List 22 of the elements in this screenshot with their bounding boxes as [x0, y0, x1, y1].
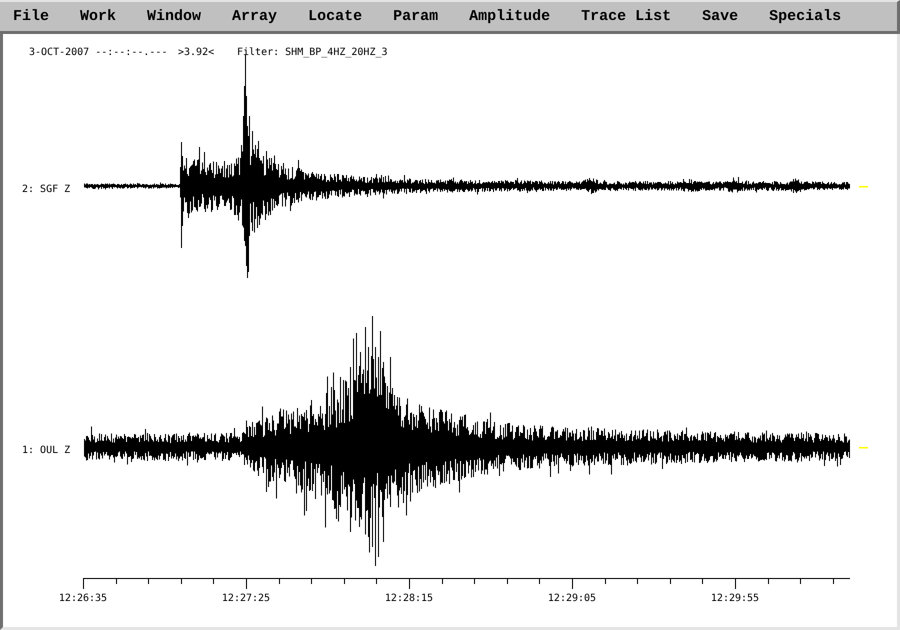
time-tick-label: 12:29:05: [548, 593, 596, 604]
time-tick-label: 12:27:25: [222, 593, 270, 604]
trace-marker-icon: [859, 447, 868, 448]
menu-item[interactable]: Work: [64, 4, 132, 28]
trace-label: 1: OUL Z: [22, 445, 70, 456]
menu-item[interactable]: Specials: [754, 4, 857, 28]
menu-item[interactable]: File: [0, 4, 65, 28]
time-tick-label: 12:28:15: [384, 593, 434, 604]
value-readout: >3.92<: [178, 47, 214, 58]
time-tick-label: 12:26:35: [58, 593, 108, 604]
date-time-readout: 3-OCT-2007 --:--:--.---: [29, 47, 168, 58]
filter-label: Filter: SHM_BP_4HZ_20HZ_3: [237, 47, 388, 58]
menu-item[interactable]: Window: [132, 4, 217, 28]
trace-label: 2: SGF Z: [22, 184, 70, 195]
menu-item[interactable]: Param: [378, 4, 454, 28]
menu-item[interactable]: Locate: [292, 4, 378, 28]
menu-item[interactable]: Array: [216, 4, 293, 28]
trace-marker-icon: [859, 186, 868, 188]
menu-item[interactable]: Save: [686, 4, 754, 28]
menu-item[interactable]: Trace List: [566, 4, 687, 28]
time-tick-label: 12:29:55: [710, 593, 760, 604]
menu-item[interactable]: Amplitude: [454, 4, 566, 28]
